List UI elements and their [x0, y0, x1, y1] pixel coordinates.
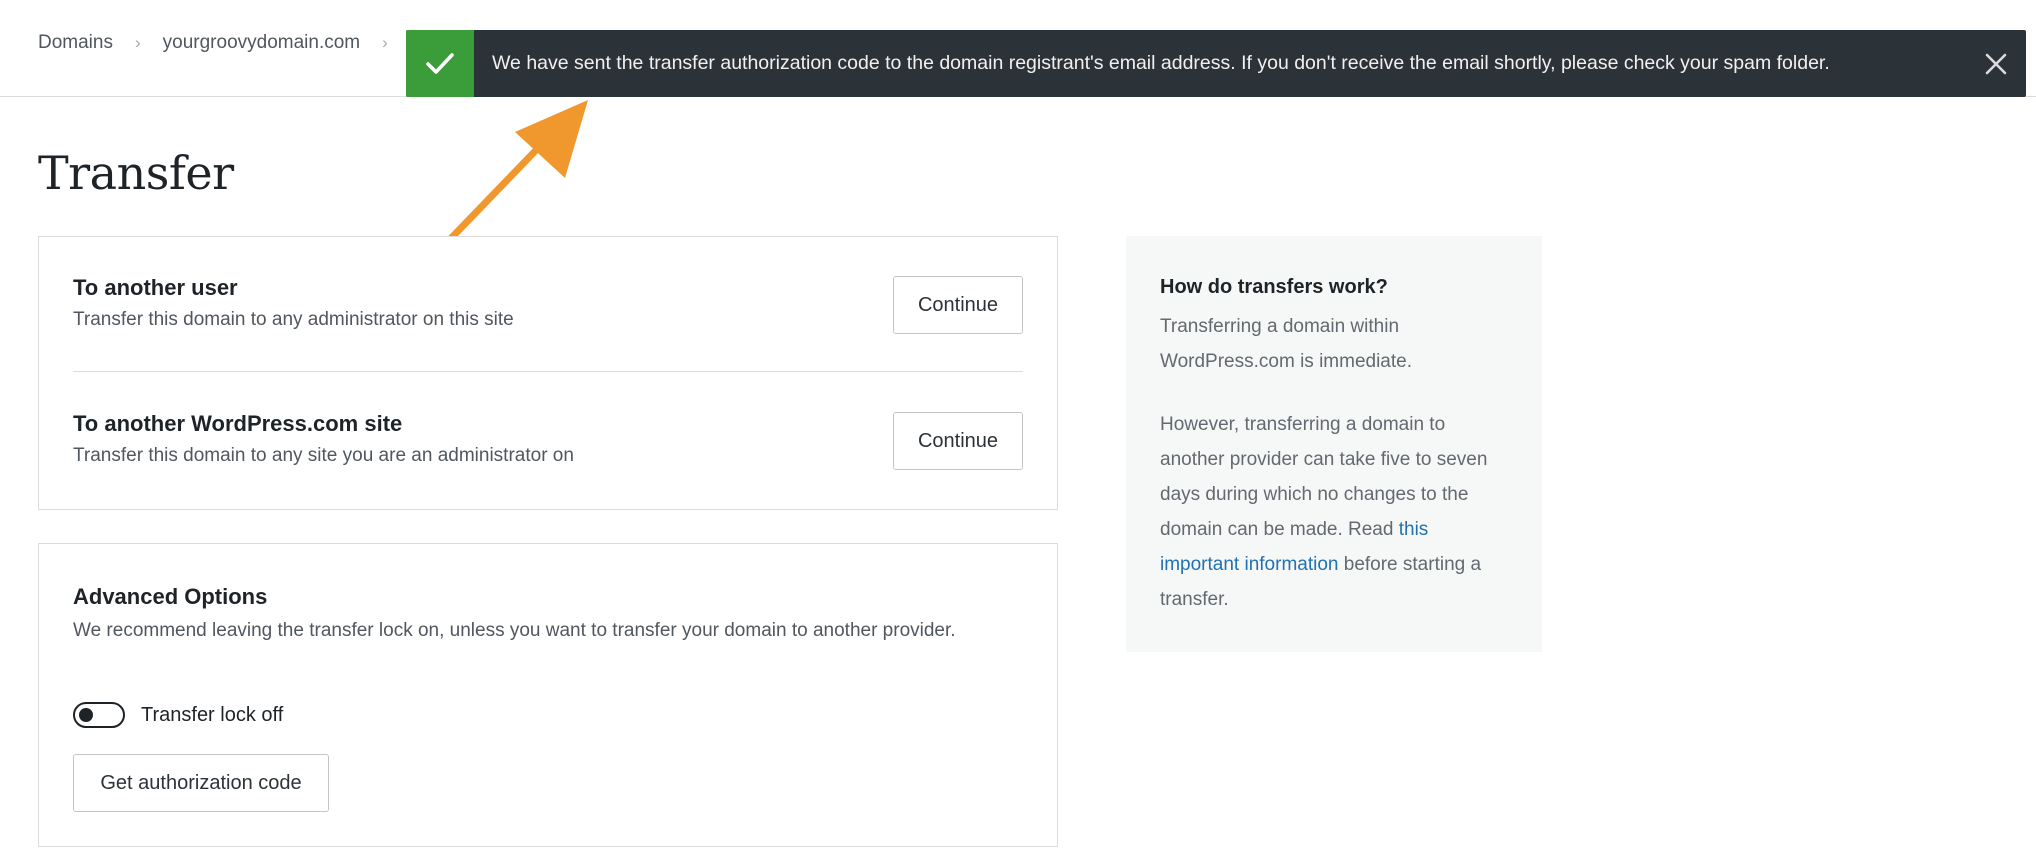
transfer-lock-label: Transfer lock off	[141, 703, 284, 726]
toggle-knob	[79, 708, 93, 722]
get-authorization-code-button[interactable]: Get authorization code	[73, 754, 329, 812]
advanced-options-description: We recommend leaving the transfer lock o…	[73, 620, 956, 641]
continue-to-site-button[interactable]: Continue	[893, 412, 1023, 470]
option-description: Transfer this domain to any site you are…	[73, 445, 574, 466]
option-title: To another user	[73, 275, 238, 300]
breadcrumb: Domains › yourgroovydomain.com ›	[38, 32, 410, 54]
notice-message: We have sent the transfer authorization …	[492, 52, 1830, 74]
help-title: How do transfers work?	[1160, 276, 1388, 298]
transfer-option-user: To another user Transfer this domain to …	[73, 275, 1023, 331]
close-icon	[1985, 53, 2007, 74]
help-panel: How do transfers work? Transferring a do…	[1126, 236, 1542, 652]
chevron-right-icon: ›	[134, 33, 141, 52]
help-paragraph-1: Transferring a domain within WordPress.c…	[1160, 316, 1412, 372]
option-description: Transfer this domain to any administrato…	[73, 309, 514, 330]
help-paragraph-2: However, transferring a domain to anothe…	[1160, 407, 1508, 617]
page-title: Transfer	[38, 146, 234, 200]
notice-close-button[interactable]	[1966, 30, 2026, 97]
page: Domains › yourgroovydomain.com › We have…	[0, 0, 2036, 858]
advanced-options-card: Advanced Options We recommend leaving th…	[38, 543, 1058, 847]
help-text: However, transferring a domain to anothe…	[1160, 414, 1488, 540]
divider	[73, 371, 1023, 372]
advanced-options-title: Advanced Options	[73, 584, 268, 609]
transfer-option-site: To another WordPress.com site Transfer t…	[73, 411, 1023, 467]
transfer-lock-row: Transfer lock off	[73, 702, 283, 728]
option-title: To another WordPress.com site	[73, 411, 403, 436]
breadcrumb-domain-name[interactable]: yourgroovydomain.com	[163, 32, 360, 54]
continue-to-user-button[interactable]: Continue	[893, 276, 1023, 334]
success-notice: We have sent the transfer authorization …	[406, 30, 2026, 97]
breadcrumb-domains[interactable]: Domains	[38, 32, 113, 54]
chevron-right-icon: ›	[382, 33, 388, 52]
transfer-options-card: To another user Transfer this domain to …	[38, 236, 1058, 510]
notice-status	[406, 30, 474, 97]
transfer-lock-toggle[interactable]	[73, 702, 125, 728]
checkmark-icon	[426, 52, 454, 74]
